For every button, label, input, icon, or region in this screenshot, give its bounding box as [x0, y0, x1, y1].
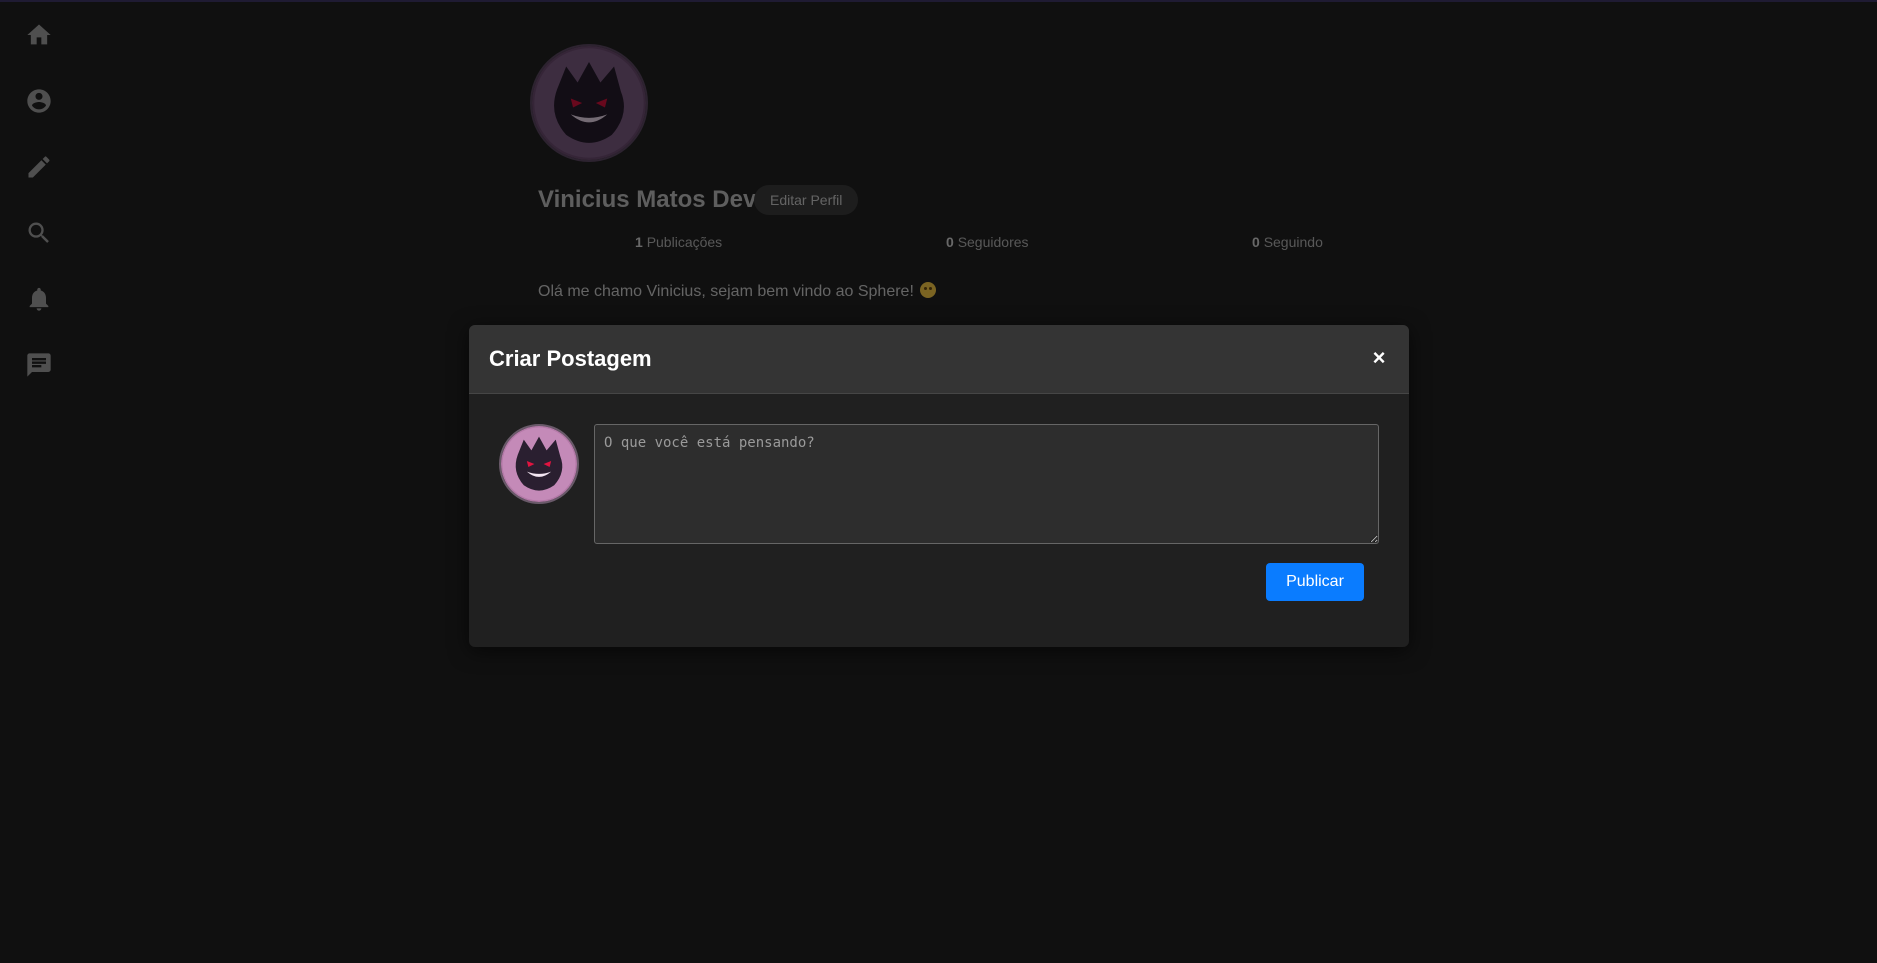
- modal-avatar: [499, 424, 579, 504]
- app-root: Vinicius Matos Dev Editar Perfil 1 Publi…: [0, 0, 1877, 963]
- post-textarea[interactable]: [594, 424, 1379, 544]
- modal-header: Criar Postagem ×: [469, 325, 1409, 394]
- publish-button[interactable]: Publicar: [1266, 563, 1364, 601]
- close-modal-button[interactable]: ×: [1367, 345, 1391, 371]
- avatar-image: [501, 426, 577, 502]
- create-post-modal: Criar Postagem × Publicar: [469, 325, 1409, 647]
- modal-title: Criar Postagem: [489, 346, 652, 371]
